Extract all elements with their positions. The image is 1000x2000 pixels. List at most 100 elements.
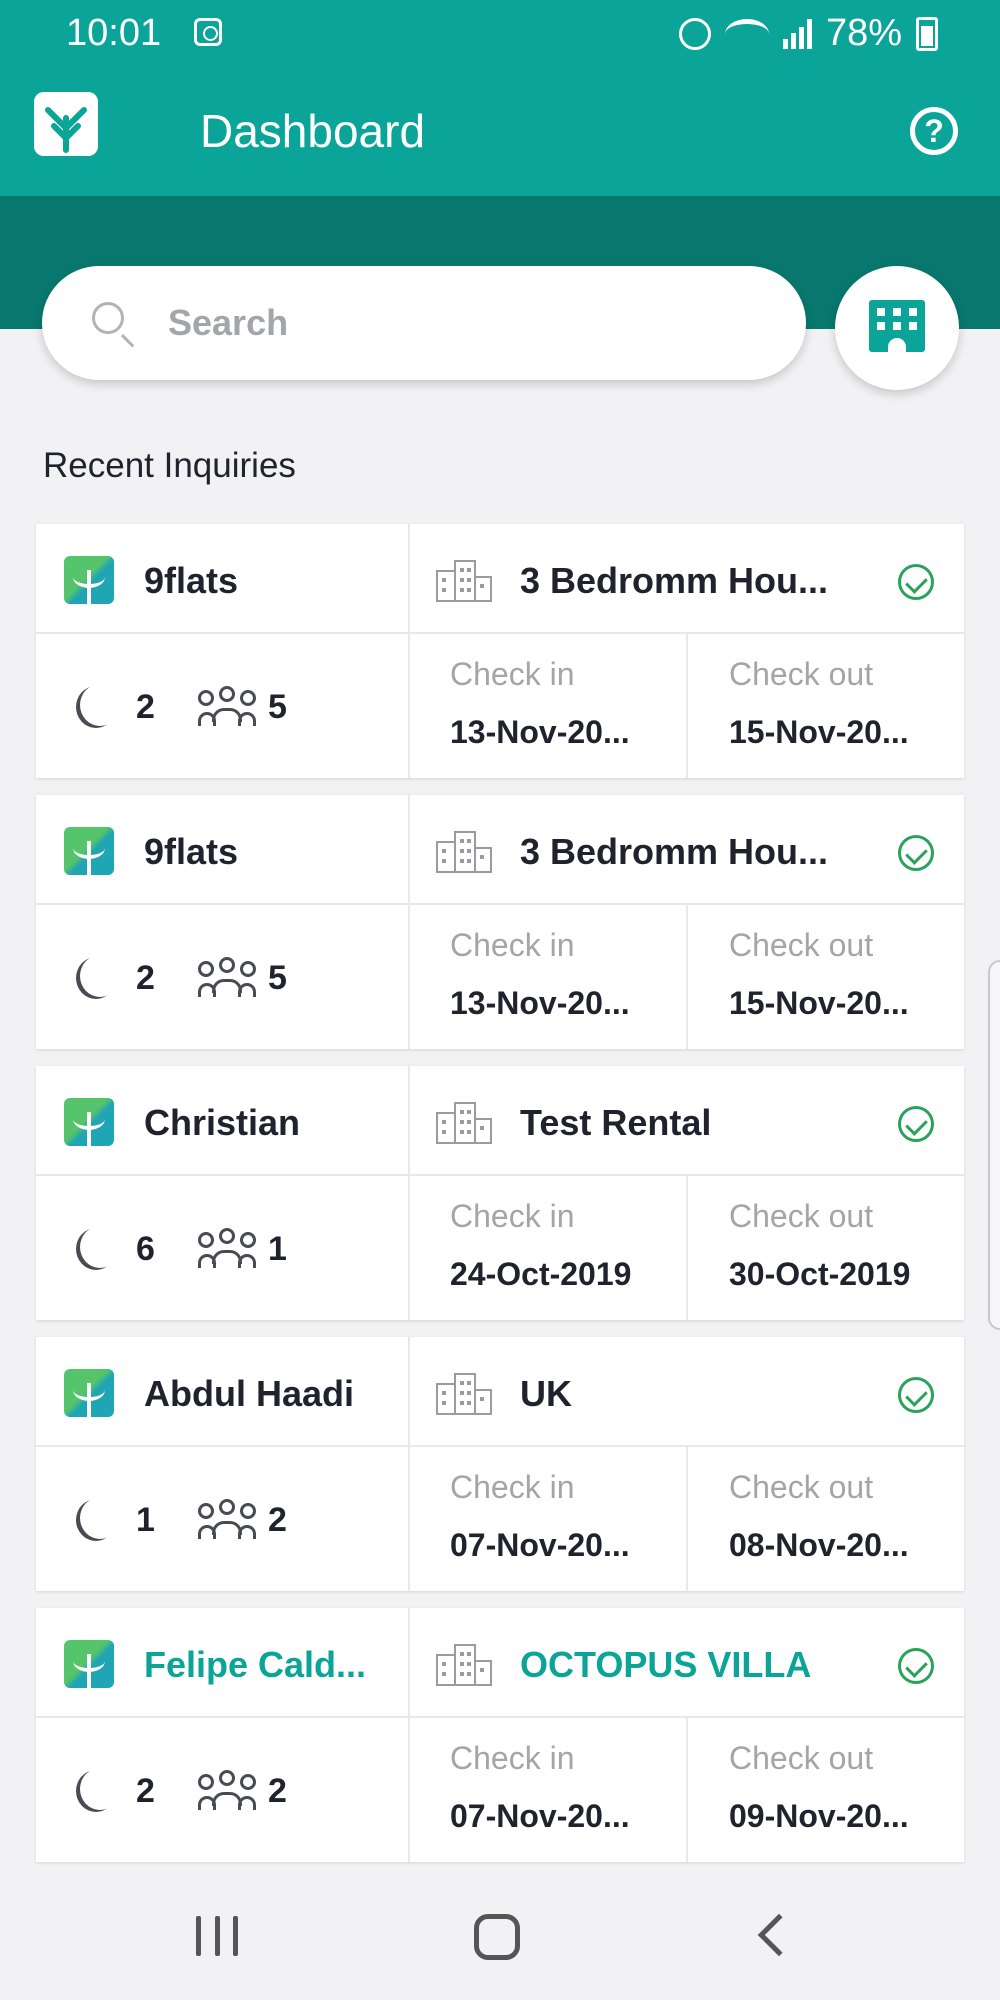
check-circle-icon: [898, 1106, 934, 1142]
moon-icon: [80, 955, 120, 997]
property-name: OCTOPUS VILLA: [520, 1644, 812, 1685]
check-in-label: Check in: [450, 1740, 575, 1776]
guest-name: 9flats: [144, 560, 239, 601]
check-in-date: 07-Nov-20...: [450, 1527, 630, 1563]
notification-icon: [194, 18, 222, 46]
nights-count: 2: [136, 959, 155, 997]
inquiry-card[interactable]: 9flats 3 Bedromm Hou... 2 5 Check in 13-…: [36, 524, 964, 778]
group-icon: [198, 1499, 256, 1539]
source-logo-icon: [64, 556, 114, 604]
building-icon: [436, 560, 492, 602]
system-nav-bar: [0, 1870, 1000, 2000]
check-out-label: Check out: [729, 1198, 874, 1234]
source-logo-icon: [64, 1098, 114, 1146]
divider: [408, 1066, 410, 1320]
home-icon[interactable]: [474, 1914, 520, 1960]
guest-name: 9flats: [144, 831, 239, 872]
property-name: 3 Bedromm Hou...: [520, 831, 829, 872]
help-icon[interactable]: ?: [910, 107, 958, 155]
check-in-date: 07-Nov-20...: [450, 1798, 630, 1834]
inquiry-card[interactable]: Abdul Haadi UK 1 2 Check in 07-Nov-20...…: [36, 1337, 964, 1591]
check-in-label: Check in: [450, 1198, 575, 1234]
nights-count: 2: [136, 688, 155, 726]
guests-count: 5: [268, 688, 287, 726]
check-out-label: Check out: [729, 656, 874, 692]
inquiry-card[interactable]: Felipe Cald... OCTOPUS VILLA 2 2 Check i…: [36, 1608, 964, 1862]
check-circle-icon: [898, 564, 934, 600]
guests-count: 2: [268, 1772, 287, 1810]
check-circle-icon: [898, 835, 934, 871]
property-name: 3 Bedromm Hou...: [520, 560, 829, 601]
check-in-label: Check in: [450, 927, 575, 963]
building-icon: [869, 300, 925, 352]
source-logo-icon: [64, 1640, 114, 1688]
check-in-date: 13-Nov-20...: [450, 985, 630, 1021]
moon-icon: [80, 684, 120, 726]
nights-count: 1: [136, 1501, 155, 1539]
building-icon: [436, 1102, 492, 1144]
nights-count: 2: [136, 1772, 155, 1810]
check-in-date: 13-Nov-20...: [450, 714, 630, 750]
guests-count: 1: [268, 1230, 287, 1268]
status-bar: 10:01 78%: [0, 0, 1000, 68]
guests-count: 5: [268, 959, 287, 997]
divider: [408, 1608, 410, 1862]
divider: [686, 634, 688, 778]
check-out-date: 15-Nov-20...: [729, 985, 909, 1021]
inquiry-card[interactable]: 9flats 3 Bedromm Hou... 2 5 Check in 13-…: [36, 795, 964, 1049]
app-logo: [34, 92, 98, 156]
group-icon: [198, 1228, 256, 1268]
moon-icon: [80, 1226, 120, 1268]
inquiry-list: 9flats 3 Bedromm Hou... 2 5 Check in 13-…: [36, 524, 964, 1879]
nights-count: 6: [136, 1230, 155, 1268]
status-time: 10:01: [66, 12, 162, 54]
building-icon: [436, 831, 492, 873]
group-icon: [198, 686, 256, 726]
guest-name: Felipe Cald...: [144, 1644, 367, 1685]
recents-icon[interactable]: [196, 1916, 238, 1956]
check-in-date: 24-Oct-2019: [450, 1256, 632, 1292]
moon-icon: [80, 1768, 120, 1810]
check-circle-icon: [898, 1648, 934, 1684]
check-out-label: Check out: [729, 1740, 874, 1776]
moon-icon: [80, 1497, 120, 1539]
source-logo-icon: [64, 827, 114, 875]
check-in-label: Check in: [450, 656, 575, 692]
inquiry-card[interactable]: Christian Test Rental 6 1 Check in 24-Oc…: [36, 1066, 964, 1320]
divider: [686, 1718, 688, 1862]
wifi-icon: [724, 18, 769, 49]
check-out-date: 15-Nov-20...: [729, 714, 909, 750]
divider: [686, 1447, 688, 1591]
scrollbar[interactable]: [988, 960, 1000, 1330]
property-name: UK: [520, 1373, 572, 1414]
group-icon: [198, 1770, 256, 1810]
tree-logo-icon: [34, 92, 98, 156]
section-title: Recent Inquiries: [43, 446, 296, 485]
property-name: Test Rental: [520, 1102, 712, 1143]
group-icon: [198, 957, 256, 997]
search-input[interactable]: [168, 294, 748, 352]
guest-name: Abdul Haadi: [144, 1373, 355, 1414]
check-out-date: 08-Nov-20...: [729, 1527, 909, 1563]
guest-name: Christian: [144, 1102, 301, 1143]
back-icon[interactable]: [757, 1913, 801, 1957]
check-out-label: Check out: [729, 927, 874, 963]
page-title: Dashboard: [200, 105, 426, 157]
divider: [686, 1176, 688, 1320]
check-circle-icon: [898, 1377, 934, 1413]
divider: [686, 905, 688, 1049]
check-out-label: Check out: [729, 1469, 874, 1505]
divider: [408, 1337, 410, 1591]
check-out-date: 09-Nov-20...: [729, 1798, 909, 1834]
search-icon: [92, 302, 124, 334]
divider: [408, 524, 410, 778]
building-icon: [436, 1644, 492, 1686]
alarm-icon: [678, 17, 711, 50]
check-in-label: Check in: [450, 1469, 575, 1505]
check-out-date: 30-Oct-2019: [729, 1256, 911, 1292]
signal-icon: [782, 18, 812, 49]
building-icon: [436, 1373, 492, 1415]
properties-button[interactable]: [835, 266, 959, 390]
guests-count: 2: [268, 1501, 287, 1539]
search-bar[interactable]: [42, 266, 806, 380]
